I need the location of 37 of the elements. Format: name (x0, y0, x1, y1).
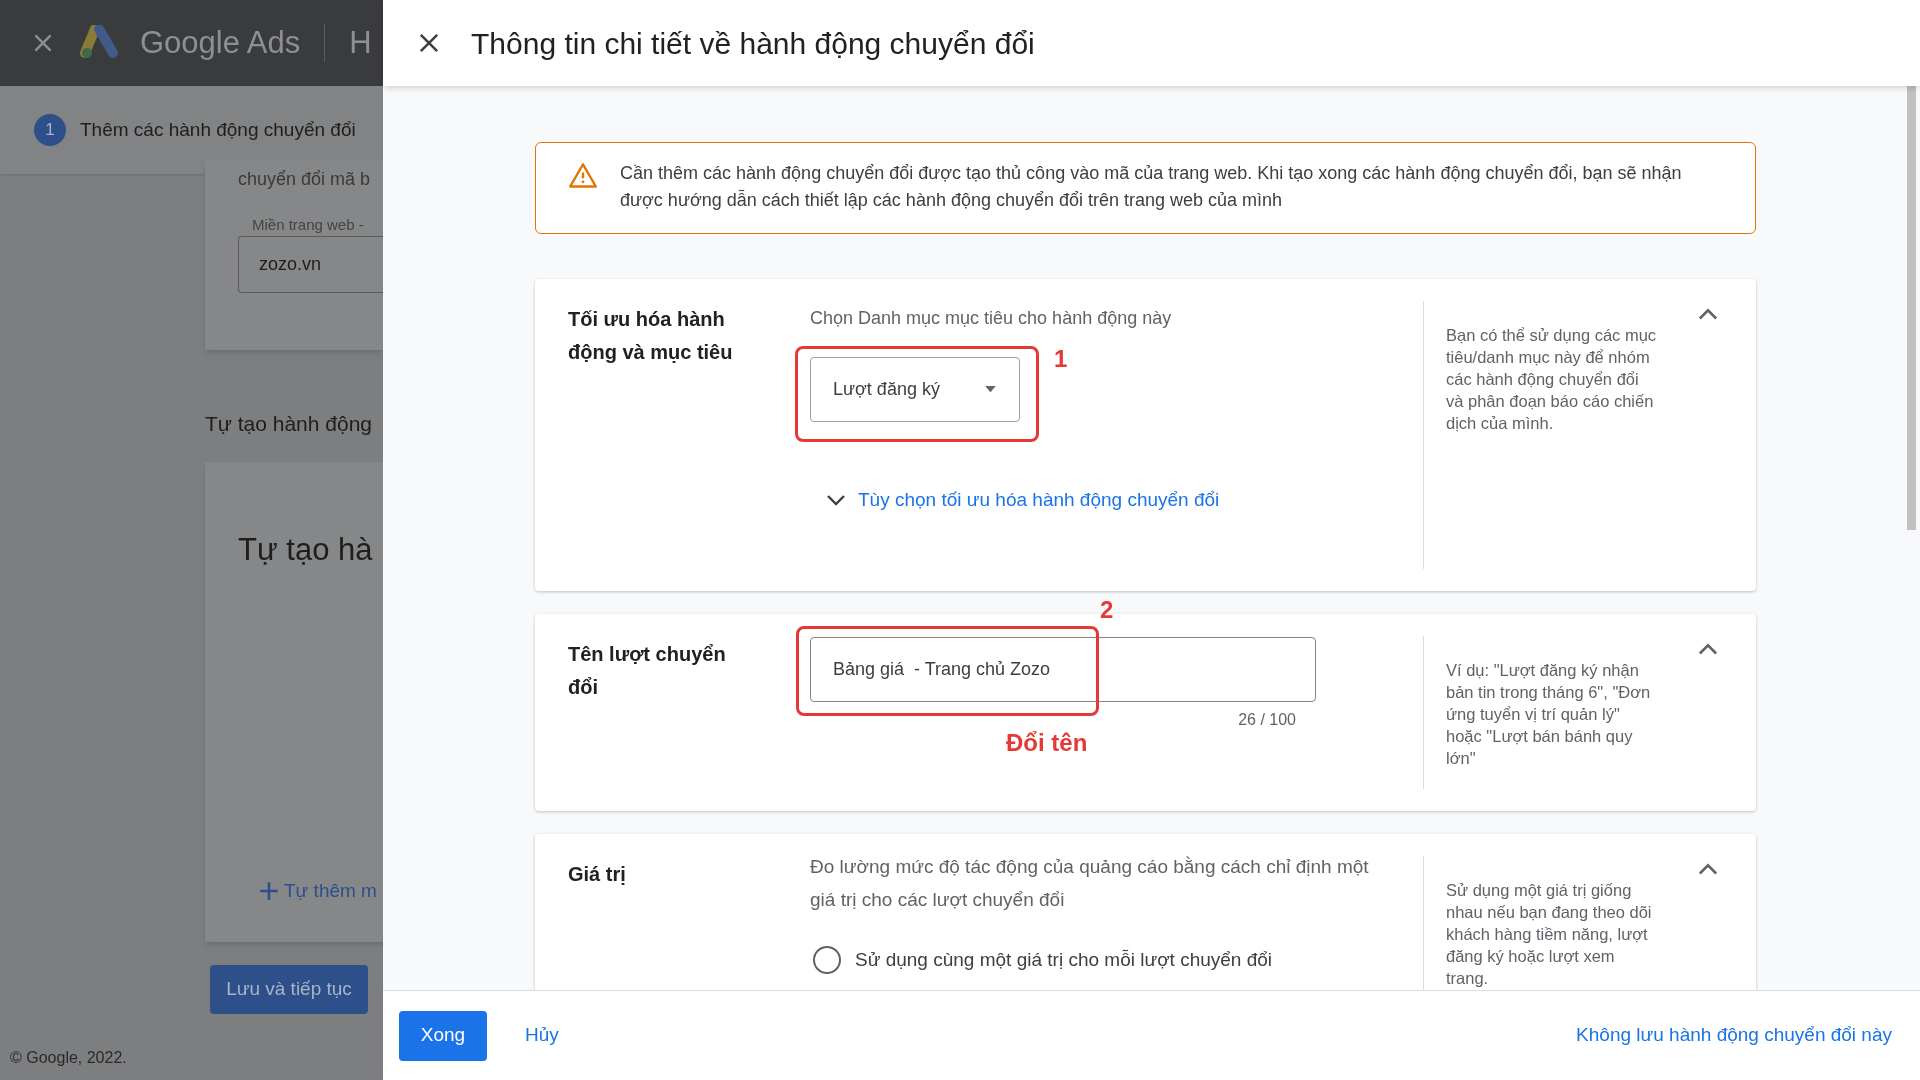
section-label: Giá trị (567, 862, 627, 887)
section-heading: Tự tạo hành động (205, 411, 372, 437)
description-text: chuyển đổi mã b (238, 168, 371, 190)
plus-icon (258, 880, 280, 903)
character-counter: 26 / 100 (1237, 710, 1297, 730)
app-title: Google Ads (140, 23, 301, 62)
discard-link[interactable]: Không lưu hành động chuyển đổi này (1576, 1021, 1892, 1050)
section-label: Tên lượt chuyển đổi (567, 642, 727, 700)
step-label: Thêm các hành động chuyển đổi (80, 117, 356, 142)
header-tab[interactable]: H (349, 19, 372, 67)
radio-button[interactable] (813, 946, 841, 975)
options-link[interactable]: Tùy chọn tối ưu hóa hành động chuyển đổi (824, 486, 1390, 515)
help-text: Ví dụ: "Lượt đăng ký nhận bản tin trong tháng 6", "Đơn ứng tuyển vị trí quản lý" hoặc "Lượt bán bánh quy lớn" (1446, 660, 1652, 769)
radio-label: Sử dụng cùng một giá trị cho mỗi lượt chuyển đổi (855, 948, 1273, 972)
annotation-number: 1 (1054, 344, 1068, 374)
save-button[interactable]: Lưu và tiếp tục (210, 965, 368, 1014)
panel-title: Thông tin chi tiết về hành động chuyển đổi (471, 25, 1035, 62)
step-number: 1 (34, 114, 66, 146)
warning-icon (568, 162, 598, 190)
annotation-note: Đổi tên (1006, 728, 1088, 758)
conversion-name-field[interactable]: Bảng giá - Trang chủ Zozo (810, 637, 1316, 702)
done-button[interactable]: Xong (399, 1010, 487, 1061)
hint-text: Chọn Danh mục mục tiêu cho hành động này (810, 307, 1173, 330)
annotation-number: 2 (1100, 595, 1114, 625)
cancel-button[interactable]: Hủy (525, 1021, 559, 1050)
category-dropdown[interactable]: Lượt đăng ký (810, 357, 1020, 422)
warning-text: Cần thêm các hành động chuyển đổi được tạo thủ công vào mã của trang web. Khi tạo xong các hành động chuyển đổi, bạn sẽ nhận được hướng dẫn cách thiết lập các hành động chuyển đổi trên trang web của mình (620, 162, 1683, 212)
dropdown-arrow-icon (984, 386, 997, 393)
help-text: Sử dụng một giá trị giống nhau nếu bạn đang theo dõi khách hàng tiềm năng, lượt đăng ký hoặc lượt xem trang. (1446, 880, 1653, 989)
field-value: zozo.vn (259, 253, 322, 276)
description-text: Đo lường mức độ tác động của quảng cáo bằng cách chỉ định một giá trị cho các lượt chuyển đổi (810, 855, 1370, 912)
card-title: Tự tạo hà (238, 531, 373, 569)
copyright-text: © Google, 2022. (10, 1048, 127, 1068)
section-label: Tối ưu hóa hành động và mục tiêu (567, 307, 734, 365)
field-label: Miền trang web - (251, 215, 365, 235)
help-text: Bạn có thể sử dụng các mục tiêu/danh mục này để nhóm các hành động chuyển đổi và phân đoạn báo cáo chiến dịch của mình. (1446, 325, 1658, 434)
scrollbar-thumb[interactable] (1907, 86, 1916, 530)
